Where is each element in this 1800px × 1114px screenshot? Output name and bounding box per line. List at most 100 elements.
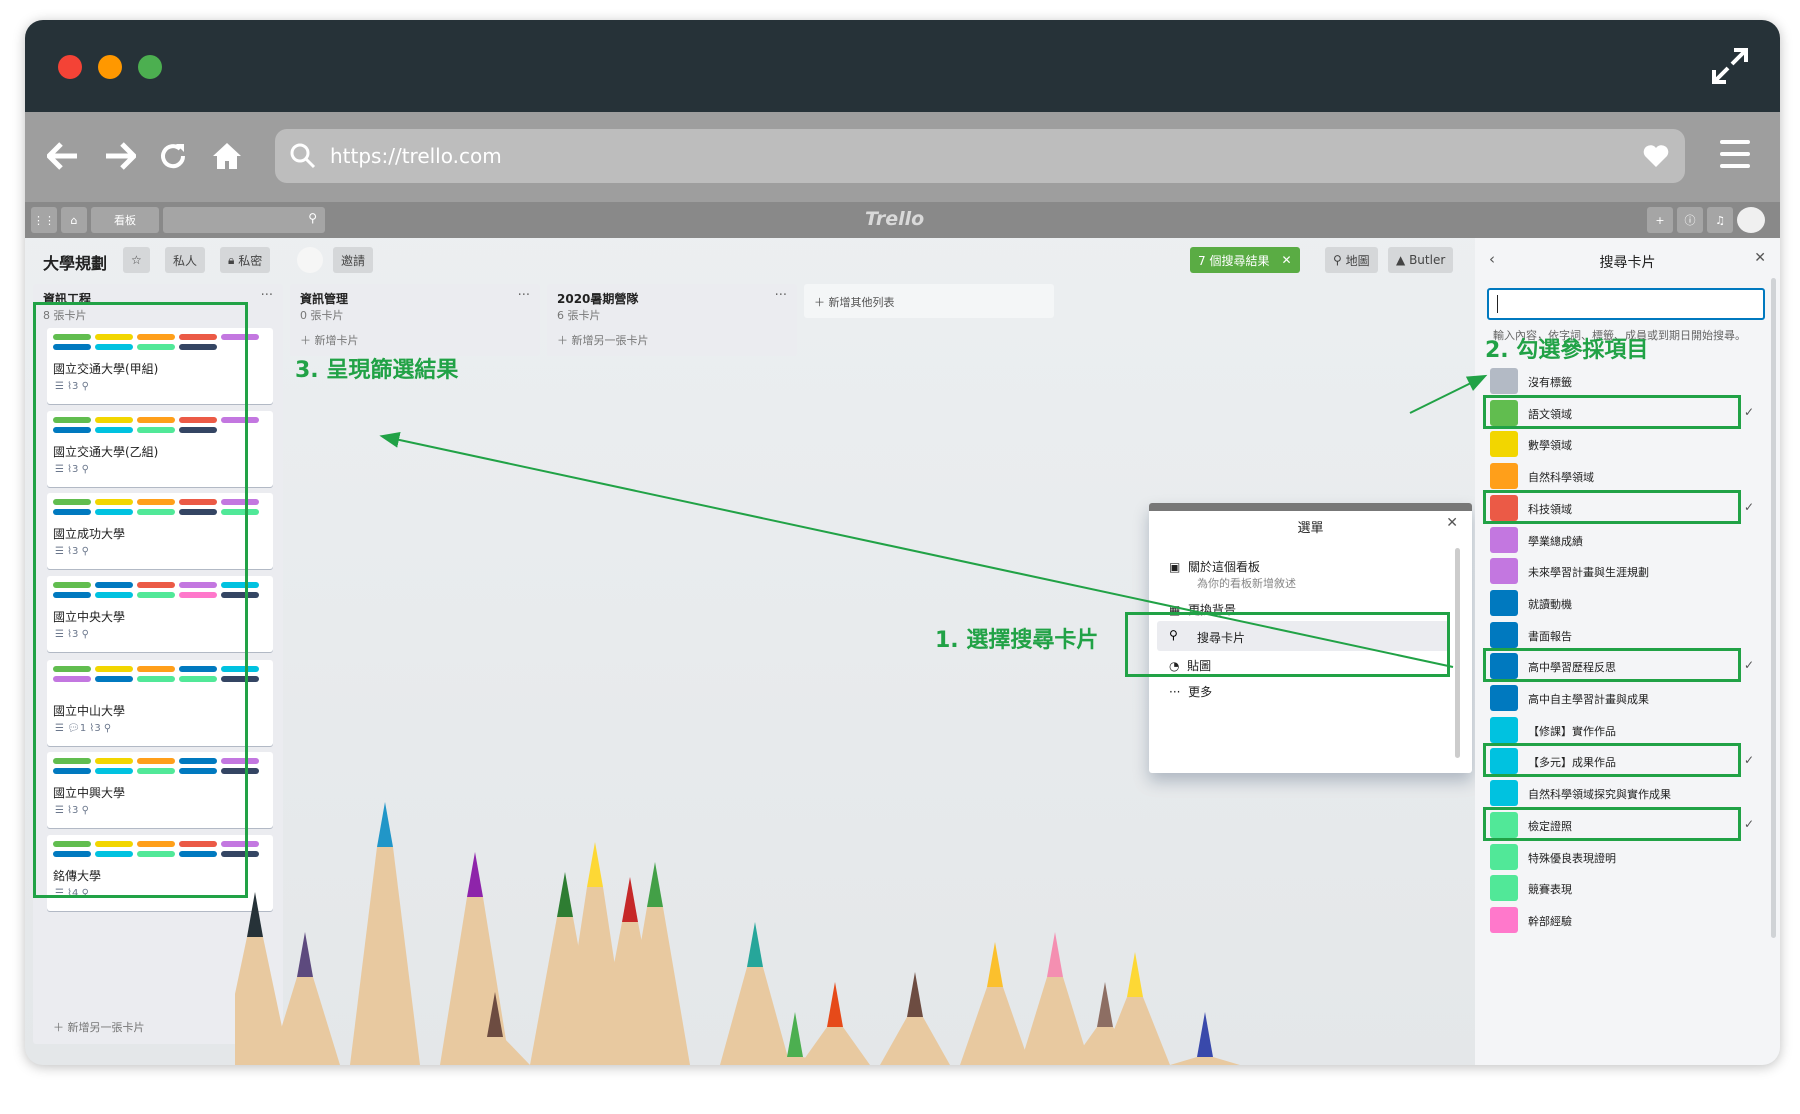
label-swatch bbox=[1490, 463, 1518, 490]
trello-search-input[interactable]: ⚲ bbox=[163, 207, 325, 233]
label-filter-row[interactable]: 沒有標籤 bbox=[1490, 365, 1760, 395]
about-board-description: 為你的看板新增敘述 bbox=[1197, 577, 1296, 590]
label-filter-row[interactable]: 自然科學領域探究與實作成果 bbox=[1490, 777, 1760, 807]
privacy-button[interactable]: 🔒︎ 私密 bbox=[220, 247, 271, 273]
clear-filter-icon[interactable]: ✕ bbox=[1281, 253, 1291, 267]
label-filter-row[interactable]: 高中自主學習計畫與成果 bbox=[1490, 682, 1760, 712]
checked-label-highlight bbox=[1483, 394, 1741, 429]
info-icon[interactable]: ⓘ bbox=[1677, 207, 1703, 233]
maximize-window-button[interactable] bbox=[138, 55, 162, 79]
member-avatar[interactable] bbox=[297, 247, 323, 273]
label-filter-row[interactable]: 特殊優良表現證明 bbox=[1490, 841, 1760, 871]
label-swatch bbox=[1490, 716, 1518, 743]
trello-page: ⋮⋮ ⌂ 看板 ⚲ Trello + ⓘ ♫ 大學規劃 ☆ 私人 🔒︎ 私密 邀… bbox=[25, 202, 1780, 1065]
search-panel-title: 搜尋卡片 bbox=[1599, 255, 1656, 271]
checkmark-icon: ✓ bbox=[1743, 816, 1754, 831]
pencil-shape bbox=[350, 847, 420, 1065]
checkmark-icon: ✓ bbox=[1743, 658, 1754, 673]
label-filter-row[interactable]: 學業總成績 bbox=[1490, 524, 1760, 554]
label-filter-row[interactable]: 數學領域 bbox=[1490, 428, 1760, 458]
fullscreen-icon[interactable] bbox=[1710, 46, 1750, 86]
list-menu-icon[interactable]: ··· bbox=[775, 288, 787, 303]
label-filter-row[interactable]: 自然科學領域 bbox=[1490, 460, 1760, 490]
label-filter-row[interactable]: 【修課】實作作品 bbox=[1490, 714, 1760, 744]
menu-scrollbar[interactable] bbox=[1455, 548, 1460, 758]
pencil-tip bbox=[747, 922, 763, 967]
about-board-item[interactable]: ▣ 關於這個看板 bbox=[1169, 558, 1260, 575]
invite-button[interactable]: 邀請 bbox=[333, 247, 374, 273]
step2-annotation: 2. 勾選參採項目 bbox=[1485, 338, 1649, 363]
label-name: 未來學習計畫與生涯規劃 bbox=[1528, 566, 1649, 580]
label-name: 學業總成績 bbox=[1528, 534, 1583, 548]
pencil-tip bbox=[377, 802, 393, 847]
reload-icon[interactable] bbox=[153, 136, 193, 176]
about-board-label: 關於這個看板 bbox=[1187, 560, 1260, 574]
pencil-shape bbox=[880, 1017, 950, 1065]
board-title[interactable]: 大學規劃 bbox=[43, 250, 107, 274]
close-window-button[interactable] bbox=[58, 55, 82, 79]
label-filter-row[interactable]: 就讀動機 bbox=[1490, 587, 1760, 617]
label-filter-row[interactable]: 幹部經驗 bbox=[1490, 904, 1760, 934]
panel-scrollbar[interactable] bbox=[1771, 278, 1776, 938]
url-bar[interactable]: https://trello.com bbox=[275, 129, 1685, 183]
add-list-button[interactable]: ＋ 新增其他列表 bbox=[804, 284, 1054, 318]
add-icon[interactable]: + bbox=[1647, 207, 1673, 233]
personal-button[interactable]: 私人 bbox=[165, 247, 206, 273]
hamburger-menu-icon[interactable] bbox=[1720, 140, 1750, 176]
pencil-tip bbox=[647, 862, 663, 907]
search-item-highlight bbox=[1125, 612, 1450, 677]
filter-results-button[interactable]: 7 個搜尋結果 ✕ bbox=[1190, 247, 1300, 273]
pencil-tip bbox=[247, 892, 263, 937]
label-swatch bbox=[1490, 368, 1518, 394]
add-card-label: 新增卡片 bbox=[314, 334, 359, 347]
pencil-tip bbox=[467, 852, 483, 897]
label-name: 高中自主學習計畫與成果 bbox=[1528, 693, 1649, 706]
star-icon[interactable]: ☆ bbox=[123, 247, 150, 273]
list-title[interactable]: 2020暑期營隊 bbox=[557, 290, 638, 307]
lock-icon: 🔒︎ bbox=[228, 252, 235, 267]
label-swatch bbox=[1490, 558, 1518, 585]
more-icon: ··· bbox=[1169, 685, 1181, 699]
list-menu-icon[interactable]: ··· bbox=[518, 288, 530, 303]
label-filter-row[interactable]: 未來學習計畫與生涯規劃 bbox=[1490, 555, 1760, 585]
avatar[interactable] bbox=[1737, 207, 1765, 233]
add-card-button[interactable]: ＋ 新增另一張卡片 bbox=[53, 1019, 145, 1035]
more-item[interactable]: ··· 更多 bbox=[1169, 683, 1212, 700]
home-icon[interactable]: ⌂ bbox=[61, 207, 87, 233]
map-button[interactable]: ⚲ 地圖 bbox=[1325, 247, 1378, 273]
minimize-window-button[interactable] bbox=[98, 55, 122, 79]
butler-button[interactable]: ▲ Butler bbox=[1388, 247, 1454, 273]
step1-annotation: 1. 選擇搜尋卡片 bbox=[935, 628, 1099, 653]
add-list-text: 新增其他列表 bbox=[828, 296, 895, 309]
apps-icon[interactable]: ⋮⋮ bbox=[31, 207, 57, 233]
list-menu-icon[interactable]: ··· bbox=[261, 288, 273, 303]
more-label: 更多 bbox=[1188, 685, 1213, 699]
label-swatch bbox=[1490, 780, 1518, 807]
trello-logo: Trello bbox=[865, 208, 925, 230]
search-icon bbox=[290, 143, 316, 169]
heart-icon[interactable] bbox=[1643, 144, 1669, 168]
title-bar bbox=[25, 20, 1780, 112]
back-icon[interactable] bbox=[43, 136, 83, 176]
bell-icon[interactable]: ♫ bbox=[1707, 207, 1733, 233]
forward-icon[interactable] bbox=[100, 136, 140, 176]
label-filter-row[interactable]: 書面報告 bbox=[1490, 619, 1760, 649]
add-card-button[interactable]: ＋ 新增卡片 bbox=[300, 332, 359, 348]
close-icon[interactable]: ✕ bbox=[1446, 515, 1458, 531]
close-icon[interactable]: ✕ bbox=[1754, 250, 1766, 266]
home-icon[interactable] bbox=[207, 136, 247, 176]
url-text: https://trello.com bbox=[330, 144, 502, 168]
label-filter-row[interactable]: 競賽表現 bbox=[1490, 872, 1760, 902]
boards-button[interactable]: 看板 bbox=[91, 207, 159, 233]
search-cards-input[interactable] bbox=[1487, 288, 1765, 320]
label-swatch bbox=[1490, 526, 1518, 553]
step3-annotation: 3. 呈現篩選結果 bbox=[295, 358, 459, 383]
add-card-button[interactable]: ＋ 新增另一張卡片 bbox=[557, 332, 649, 348]
checked-label-highlight bbox=[1483, 806, 1741, 841]
pencil-shape bbox=[1170, 1057, 1240, 1065]
filtered-results-highlight bbox=[33, 302, 248, 898]
label-name: 就讀動機 bbox=[1528, 597, 1572, 611]
label-swatch bbox=[1490, 431, 1518, 458]
label-name: 沒有標籤 bbox=[1528, 376, 1572, 389]
list-title[interactable]: 資訊管理 bbox=[300, 290, 348, 307]
